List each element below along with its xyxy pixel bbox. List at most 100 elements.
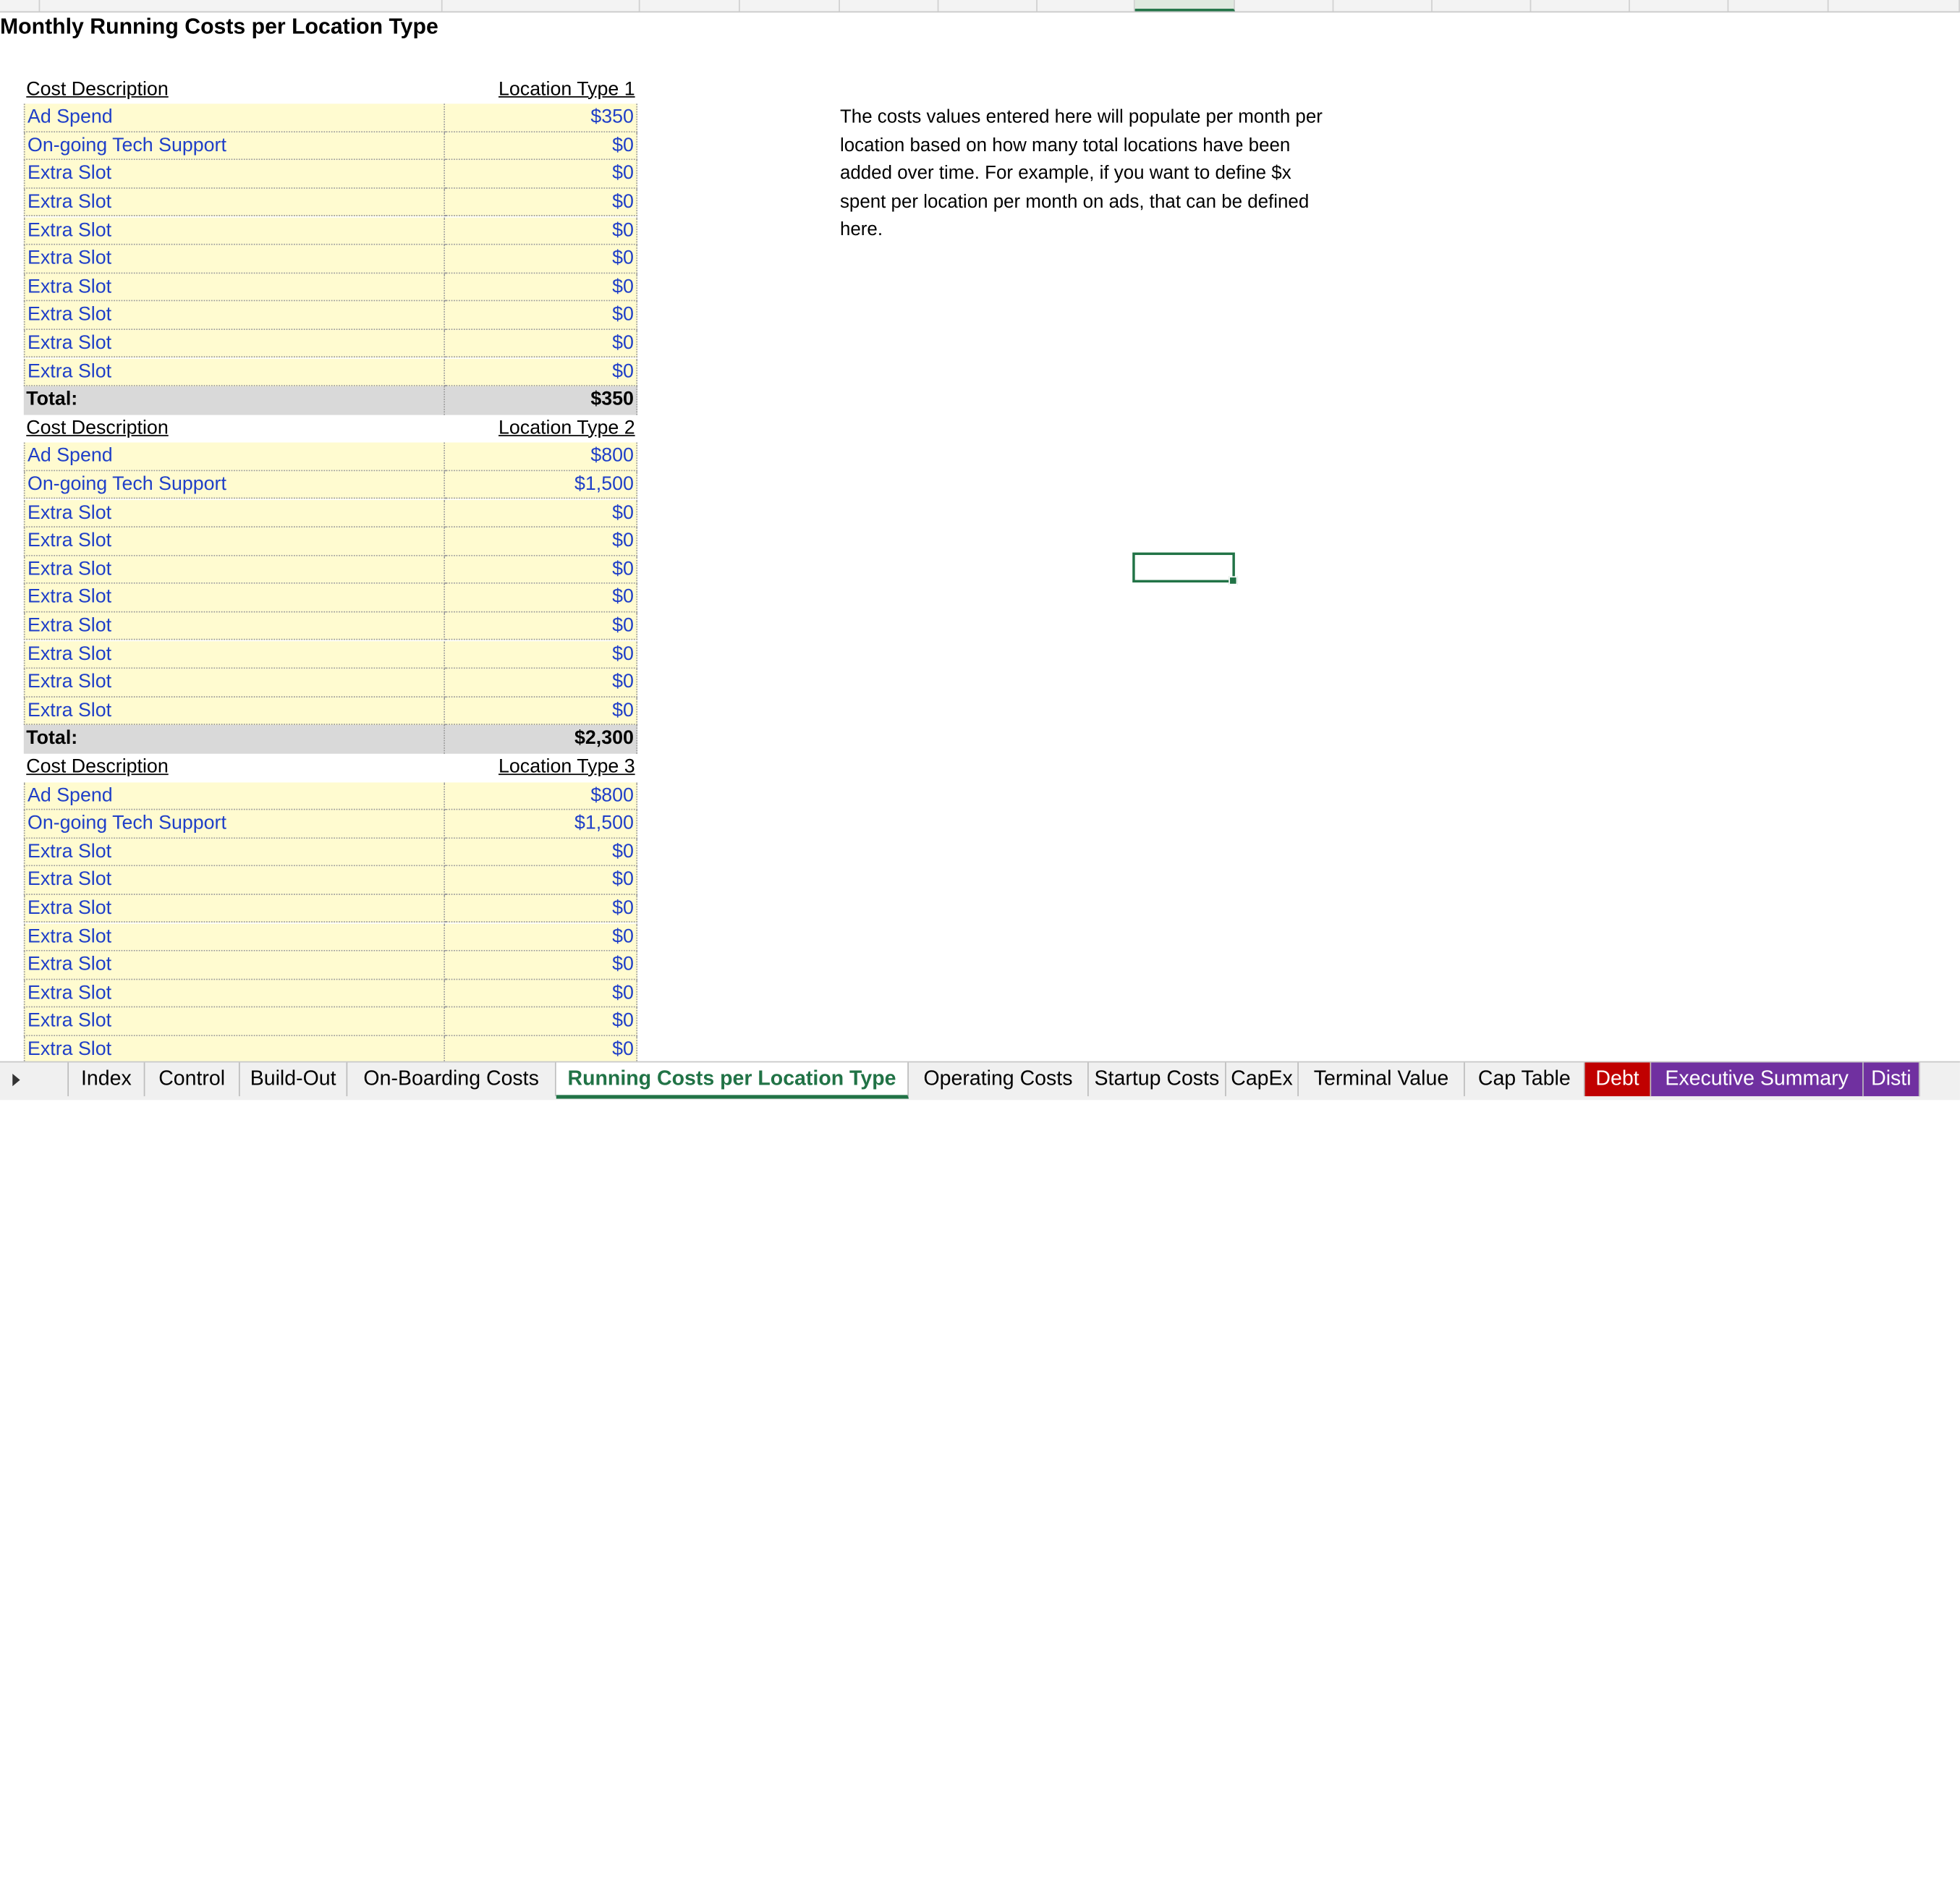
cost-description-cell[interactable]: Extra Slot: [23, 216, 446, 245]
cost-input-row[interactable]: Extra Slot $0: [23, 697, 638, 726]
cost-description-cell[interactable]: Extra Slot: [23, 584, 446, 613]
column-header[interactable]: [1531, 0, 1630, 12]
cost-description-cell[interactable]: Extra Slot: [23, 894, 446, 923]
cost-value-cell[interactable]: $0: [445, 697, 638, 726]
cost-value-cell[interactable]: $0: [445, 499, 638, 528]
fill-handle[interactable]: [1229, 576, 1238, 585]
column-header[interactable]: [1828, 0, 1960, 12]
cost-value-cell[interactable]: $0: [445, 951, 638, 980]
cost-description-cell[interactable]: Extra Slot: [23, 979, 446, 1008]
instruction-note[interactable]: The costs values entered here will popul…: [840, 103, 1340, 245]
total-row[interactable]: Total: $350: [23, 386, 638, 415]
cost-value-cell[interactable]: $0: [445, 188, 638, 217]
cost-description-cell[interactable]: Cost Description: [24, 754, 445, 782]
cost-value-cell[interactable]: Location Type 3: [445, 754, 637, 782]
cost-input-row[interactable]: Extra Slot $0: [23, 527, 638, 556]
cost-description-cell[interactable]: Extra Slot: [23, 556, 446, 585]
column-header-strip[interactable]: [0, 0, 1960, 13]
sheet-tab[interactable]: Index: [67, 1062, 145, 1097]
cost-description-cell[interactable]: Cost Description: [24, 76, 445, 104]
column-header[interactable]: [1433, 0, 1532, 12]
cost-input-row[interactable]: Extra Slot $0: [23, 951, 638, 980]
sheet-tab[interactable]: Debt: [1584, 1062, 1652, 1097]
cost-value-cell[interactable]: Location Type 2: [445, 415, 637, 443]
cost-value-cell[interactable]: $0: [445, 329, 638, 358]
sheet-tab[interactable]: Running Costs per Location Type: [556, 1062, 909, 1099]
cost-input-row[interactable]: Extra Slot $0: [23, 1035, 638, 1065]
cost-value-cell[interactable]: $0: [445, 160, 638, 189]
section-header-row[interactable]: Cost Description Location Type 2: [24, 415, 637, 443]
sheet-tab[interactable]: On-Boarding Costs: [347, 1062, 556, 1097]
cost-input-row[interactable]: On-going Tech Support $1,500: [23, 810, 638, 839]
sheet-tab[interactable]: CapEx: [1226, 1062, 1299, 1097]
cost-input-row[interactable]: Extra Slot $0: [23, 923, 638, 951]
cost-description-cell[interactable]: Extra Slot: [23, 697, 446, 726]
tab-scroll-button[interactable]: [0, 1062, 67, 1100]
cost-input-row[interactable]: On-going Tech Support $0: [23, 132, 638, 161]
cost-value-cell[interactable]: $0: [445, 894, 638, 923]
column-header[interactable]: [443, 0, 640, 12]
sheet-tab[interactable]: Cap Table: [1465, 1062, 1585, 1097]
sheet-tab[interactable]: Terminal Value: [1299, 1062, 1465, 1097]
cost-value-cell[interactable]: $0: [445, 301, 638, 330]
cost-value-cell[interactable]: $1,500: [445, 810, 638, 839]
cost-value-cell[interactable]: $0: [445, 273, 638, 302]
cost-input-row[interactable]: Extra Slot $0: [23, 979, 638, 1008]
cost-value-cell[interactable]: $1,500: [445, 471, 638, 500]
cost-value-cell[interactable]: $0: [445, 1007, 638, 1036]
cost-input-row[interactable]: Ad Spend $800: [23, 443, 638, 472]
sheet-tab[interactable]: Executive Summary: [1651, 1062, 1864, 1097]
cost-value-cell[interactable]: $0: [445, 979, 638, 1008]
cost-input-row[interactable]: Extra Slot $0: [23, 556, 638, 585]
cost-input-row[interactable]: Extra Slot $0: [23, 612, 638, 641]
column-header[interactable]: [1333, 0, 1433, 12]
cost-description-cell[interactable]: On-going Tech Support: [23, 471, 446, 500]
sheet-tab[interactable]: Build-Out: [240, 1062, 348, 1097]
cost-description-cell[interactable]: Cost Description: [24, 415, 445, 443]
sheet-tab[interactable]: Startup Costs: [1089, 1062, 1226, 1097]
selected-cell[interactable]: [1132, 552, 1238, 585]
column-header[interactable]: [938, 0, 1038, 12]
cost-description-cell[interactable]: Extra Slot: [23, 301, 446, 330]
cost-description-cell[interactable]: Extra Slot: [23, 273, 446, 302]
column-header[interactable]: [1630, 0, 1729, 12]
cost-description-cell[interactable]: Extra Slot: [23, 669, 446, 697]
column-header[interactable]: [640, 0, 740, 12]
cost-input-row[interactable]: Extra Slot $0: [23, 866, 638, 895]
cost-value-cell[interactable]: $0: [445, 556, 638, 585]
total-row[interactable]: Total: $2,300: [23, 725, 638, 754]
sheet-tab[interactable]: Operating Costs: [909, 1062, 1089, 1097]
cost-input-row[interactable]: Extra Slot $0: [23, 357, 638, 386]
column-header-selected[interactable]: [1134, 0, 1235, 12]
cost-description-cell[interactable]: Ad Spend: [23, 443, 446, 472]
cost-description-cell[interactable]: Extra Slot: [23, 160, 446, 189]
column-header[interactable]: [40, 0, 443, 12]
cost-description-cell[interactable]: On-going Tech Support: [23, 810, 446, 839]
cost-description-cell[interactable]: Extra Slot: [23, 640, 446, 669]
cost-input-row[interactable]: On-going Tech Support $1,500: [23, 471, 638, 500]
cost-input-row[interactable]: Extra Slot $0: [23, 584, 638, 613]
section-header-row[interactable]: Cost Description Location Type 1: [24, 76, 637, 104]
cost-value-cell[interactable]: Location Type 1: [445, 76, 637, 104]
column-header[interactable]: [1235, 0, 1334, 12]
cost-description-cell[interactable]: Total:: [23, 725, 446, 754]
cost-input-row[interactable]: Extra Slot $0: [23, 499, 638, 528]
cost-description-cell[interactable]: On-going Tech Support: [23, 132, 446, 161]
cost-input-row[interactable]: Extra Slot $0: [23, 188, 638, 217]
cost-description-cell[interactable]: Extra Slot: [23, 188, 446, 217]
cost-value-cell[interactable]: $350: [445, 386, 638, 415]
cost-value-cell[interactable]: $0: [445, 838, 638, 867]
cost-input-row[interactable]: Extra Slot $0: [23, 894, 638, 923]
cost-description-cell[interactable]: Extra Slot: [23, 357, 446, 386]
sheet-title[interactable]: Monthly Running Costs per Location Type: [0, 14, 438, 40]
cost-description-cell[interactable]: Extra Slot: [23, 329, 446, 358]
cost-input-row[interactable]: Extra Slot $0: [23, 245, 638, 273]
column-header[interactable]: [1728, 0, 1829, 12]
cost-input-row[interactable]: Extra Slot $0: [23, 301, 638, 330]
cost-value-cell[interactable]: $800: [445, 781, 638, 810]
cost-value-cell[interactable]: $0: [445, 923, 638, 951]
cost-input-row[interactable]: Extra Slot $0: [23, 669, 638, 697]
cost-value-cell[interactable]: $0: [445, 132, 638, 161]
cost-value-cell[interactable]: $0: [445, 640, 638, 669]
cost-value-cell[interactable]: $800: [445, 443, 638, 472]
